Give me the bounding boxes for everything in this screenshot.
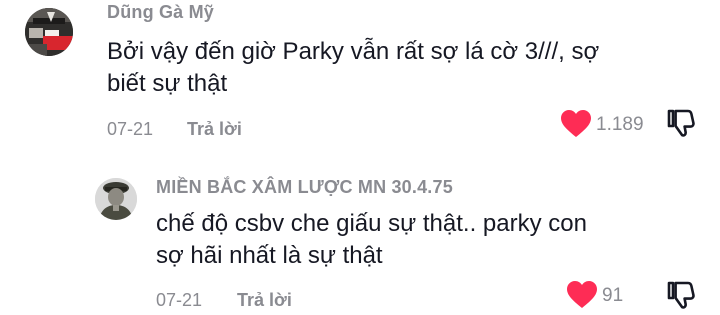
comment-text-line: biết sự thật xyxy=(107,70,228,97)
comment-item: Dũng Gà Mỹ Bởi vậy đến giờ Parky vẫn rất… xyxy=(0,0,720,150)
comment-text-line: chế độ csbv che giấu sự thật.. parky con xyxy=(156,210,587,237)
avatar-image xyxy=(25,8,73,56)
like-count: 91 xyxy=(602,285,624,306)
thumbs-down-icon[interactable] xyxy=(666,280,696,310)
comment-date: 07-21 xyxy=(156,290,203,310)
comment-text-line: Bởi vậy đến giờ Parky vẫn rất sợ lá cờ 3… xyxy=(107,38,600,65)
comment-text-line: sợ hãi nhất là sự thật xyxy=(156,242,383,269)
avatar-image xyxy=(95,178,137,220)
comment-username[interactable]: Dũng Gà Mỹ xyxy=(107,2,214,23)
comment-text: Bởi vậy đến giờ Parky vẫn rất sợ lá cờ 3… xyxy=(107,36,599,100)
reply-button[interactable]: Trả lời xyxy=(187,119,242,140)
heart-icon[interactable] xyxy=(560,109,592,139)
comment-username[interactable]: MIỀN BẮC XÂM LƯỢC MN 30.4.75 xyxy=(156,177,453,198)
comment-text: chế độ csbv che giấu sự thật.. parky con… xyxy=(156,208,587,272)
thumbs-down-icon[interactable] xyxy=(666,108,696,138)
comment-date: 07-21 xyxy=(107,119,154,139)
like-count: 1.189 xyxy=(596,114,644,135)
comment-item: MIỀN BẮC XÂM LƯỢC MN 30.4.75 chế độ csbv… xyxy=(0,160,720,311)
heart-icon[interactable] xyxy=(566,280,598,310)
reply-button[interactable]: Trả lời xyxy=(237,290,292,311)
avatar[interactable] xyxy=(95,178,137,220)
avatar[interactable] xyxy=(25,8,73,56)
